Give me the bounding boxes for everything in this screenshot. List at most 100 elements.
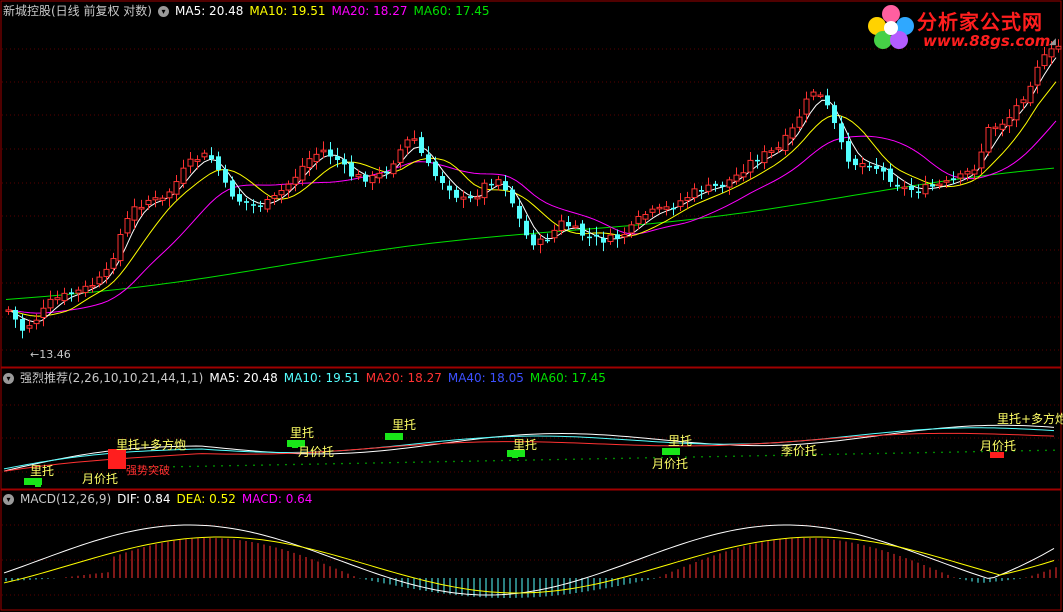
candle-body [390, 163, 397, 175]
ind-ma60-dot [301, 463, 303, 466]
ind-ma60-dot [893, 452, 895, 454]
candle-body [615, 234, 620, 240]
candle-body [292, 176, 299, 185]
candle-body [320, 149, 327, 153]
candle-body [481, 182, 488, 199]
ind-ma60-dot [445, 460, 447, 463]
candle-body [503, 181, 508, 191]
candle-body [832, 105, 837, 124]
candle-body [426, 154, 431, 164]
candle-body [187, 158, 194, 167]
candle-body [75, 289, 82, 294]
ind-ma60-dot [933, 451, 935, 454]
ind-ma60-dot [605, 457, 607, 460]
candle-body [1027, 85, 1034, 104]
stock-title[interactable]: 新城控股(日线 前复权 对数) [3, 2, 152, 20]
ind-ma60-dot [413, 461, 415, 464]
ind-ma60-dot [1037, 449, 1039, 452]
candlesticks [5, 39, 1062, 339]
expand-icon[interactable]: ◢ [1049, 38, 1057, 47]
indicator-header: ▾ 强烈推荐(2,26,10,10,21,44,1,1) MA5: 20.48 … [3, 369, 606, 387]
candle-body [922, 184, 929, 195]
main-pane-border [0, 0, 1062, 368]
ind-ma5-value: MA5: 20.48 [209, 371, 278, 385]
candle-body [677, 200, 684, 207]
ind-ma60-dot [581, 458, 583, 460]
ind-ma60-dot [269, 464, 271, 466]
green-signal-stem [512, 454, 518, 458]
candle-body [397, 149, 404, 163]
site-logo[interactable]: 分析家公式网 www.88gs.com [867, 4, 1057, 52]
ind-ma60-dot [213, 465, 215, 467]
candle-body [628, 224, 635, 234]
candle-body [572, 225, 579, 229]
candle-body [369, 174, 376, 184]
candle-body [1006, 117, 1013, 127]
ind-ma60-dot [965, 451, 967, 453]
candle-body [152, 197, 159, 201]
signal-label: 月价托 [652, 457, 689, 471]
candle-body [853, 158, 858, 166]
candle-body [825, 95, 830, 106]
macd-title[interactable]: MACD(12,26,9) [20, 490, 111, 508]
candle-body [510, 189, 515, 204]
ind-ma60-dot [1021, 449, 1023, 452]
candle-body [796, 116, 803, 128]
candle-body [237, 194, 242, 202]
candle-body [468, 196, 473, 199]
candle-body [13, 309, 18, 320]
candle-body [384, 171, 389, 174]
ind-ma60-dot [1029, 449, 1031, 452]
candle-body [587, 236, 592, 239]
candle-body [173, 181, 180, 195]
candle-body [635, 215, 642, 224]
candle-body [89, 284, 96, 288]
candle-body [1041, 54, 1048, 67]
candle-body [607, 234, 614, 243]
candle-body [558, 220, 565, 232]
ma60-curve [5, 167, 1055, 301]
indicator-title[interactable]: 强烈推荐(2,26,10,10,21,44,1,1) [20, 369, 203, 387]
ind-ma60-value: MA60: 17.45 [529, 371, 606, 385]
ind-ma60-dot [925, 451, 927, 454]
candle-body [285, 183, 292, 191]
ma5-value: MA5: 20.48 [175, 4, 244, 18]
ind-ma60-dot [845, 453, 847, 455]
circle-down-icon[interactable]: ▾ [3, 372, 14, 384]
candle-body [33, 319, 40, 325]
ind-ma60-dot [501, 459, 503, 462]
ind-ma60-dot [221, 465, 223, 467]
ind-ma60-dot [909, 452, 911, 454]
ind-ma60-dot [765, 454, 767, 457]
candle-body [517, 205, 522, 219]
signal-label: 里托 [290, 426, 315, 440]
ind-ma60-dot [901, 452, 903, 454]
candle-body [713, 183, 718, 186]
circle-down-icon[interactable]: ▾ [3, 493, 14, 505]
ind-ma60-dot [189, 465, 191, 468]
candle-body [306, 158, 313, 169]
ind-ma60-dot [349, 462, 351, 465]
candle-body [901, 186, 908, 190]
candle-body [230, 180, 235, 197]
candle-body [580, 223, 585, 236]
candle-body [846, 141, 851, 162]
ind-ma60-dot [717, 455, 719, 458]
ind-ma60-dot [869, 452, 871, 455]
candle-body [376, 172, 383, 179]
candle-body [5, 309, 12, 312]
ind-ma60-dot [317, 463, 319, 465]
candle-body [328, 149, 333, 157]
signal-label: 里托 [30, 464, 55, 478]
candle-body [936, 183, 943, 187]
candle-body [349, 162, 354, 177]
candle-body [705, 184, 712, 192]
ind-ma60-dot [613, 457, 615, 460]
ind-ma60-dot [917, 451, 919, 454]
circle-down-icon[interactable]: ▾ [158, 5, 169, 17]
signal-label: 里托 [668, 434, 693, 448]
candle-body [874, 165, 879, 169]
candle-body [166, 191, 173, 199]
candle-body [47, 298, 54, 309]
candle-body [278, 190, 285, 196]
